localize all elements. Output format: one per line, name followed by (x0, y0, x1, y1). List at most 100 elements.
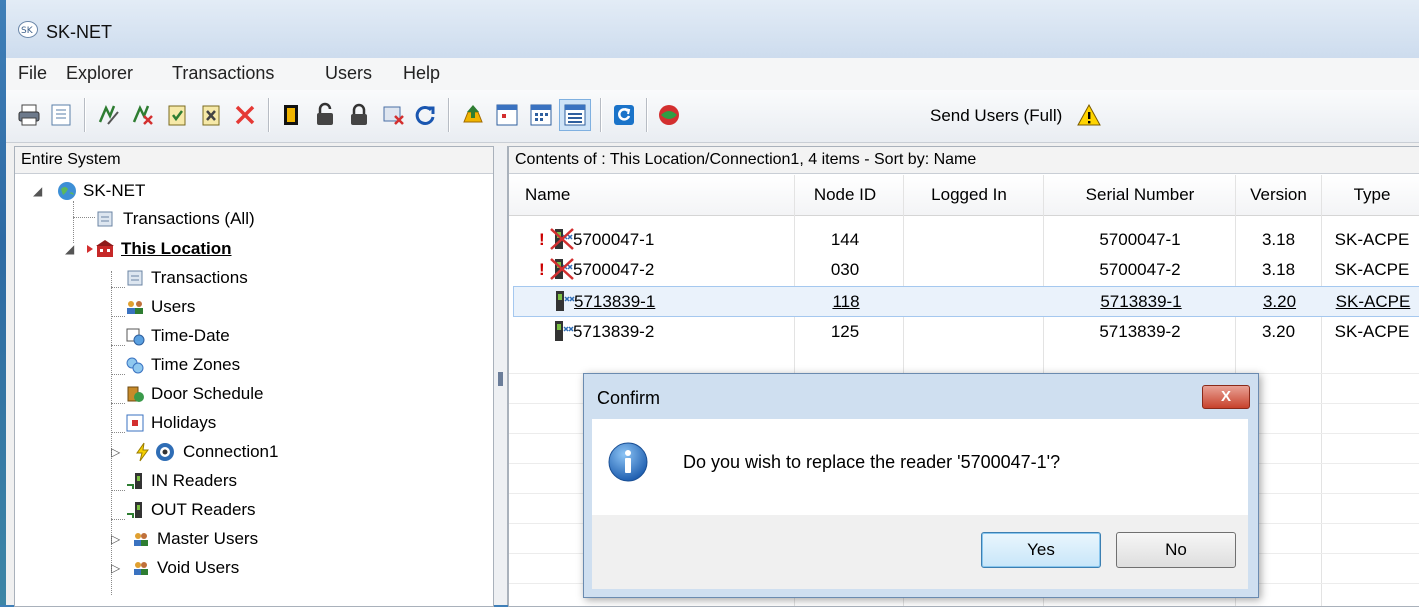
refresh-icon[interactable] (412, 102, 438, 128)
column-header-logged-in[interactable]: Logged In (904, 185, 1034, 205)
confirm-dialog: Confirm X Do you wish to replace the rea… (583, 373, 1259, 598)
cell-node-id: 118 (832, 292, 860, 311)
dialog-close-button[interactable]: X (1202, 385, 1250, 409)
transactions-icon (127, 270, 143, 286)
lock-icon[interactable] (346, 102, 372, 128)
cell-type: SK-ACPE (1334, 260, 1410, 279)
clipboard-check-icon[interactable] (164, 102, 190, 128)
list-view-icon[interactable] (528, 102, 554, 128)
splitter-grip (498, 372, 503, 386)
tree-label: Users (151, 297, 196, 316)
delete-reader-icon[interactable] (130, 102, 156, 128)
warning-flag: ! (539, 260, 545, 279)
toolbar-separator (268, 98, 270, 132)
tree-node-time-zones[interactable]: Time Zones (125, 353, 425, 379)
menu-help[interactable]: Help (403, 63, 440, 84)
properties-icon[interactable] (48, 102, 74, 128)
collapse-icon[interactable]: ◢ (33, 184, 42, 198)
users-icon (127, 301, 143, 314)
dialog-title: Confirm (597, 388, 661, 408)
small-icons-view-icon[interactable] (494, 102, 520, 128)
upload-icon[interactable] (460, 102, 486, 128)
in-readers-icon (127, 473, 142, 489)
menu-users[interactable]: Users (325, 63, 372, 84)
tree-label: IN Readers (151, 471, 237, 490)
tree-node-out-readers[interactable]: OUT Readers (125, 498, 425, 524)
dialog-body: Do you wish to replace the reader '57000… (592, 419, 1248, 515)
send-users-icon[interactable] (656, 102, 682, 128)
menu-transactions[interactable]: Transactions (172, 63, 274, 84)
table-row[interactable]: ! 5700047-1 144 5700047-1 3.18 SK-ACPE (513, 225, 1419, 254)
tree-node-in-readers[interactable]: IN Readers (125, 469, 425, 495)
time-zones-icon (126, 357, 144, 374)
details-view-icon[interactable] (559, 99, 591, 131)
tree-node-users[interactable]: Users (125, 295, 425, 321)
expand-icon[interactable]: ▷ (111, 445, 120, 459)
calendar-clock-icon (126, 328, 145, 346)
tree-node-this-location[interactable]: ◢ This Location (65, 237, 385, 263)
table-row[interactable]: 5713839-2 125 5713839-2 3.20 SK-ACPE (513, 317, 1419, 346)
tree-label: Holidays (151, 413, 217, 432)
contents-path-label: Contents of : This Location/Connection1,… (515, 151, 977, 168)
door-icon[interactable] (278, 102, 304, 128)
tree-node-transactions[interactable]: Transactions (125, 266, 425, 292)
menu-explorer[interactable]: Explorer (66, 63, 133, 84)
tree-label: Door Schedule (151, 384, 264, 403)
yes-button[interactable]: Yes (981, 532, 1101, 568)
reload-icon[interactable] (611, 102, 637, 128)
column-header-name[interactable]: Name (525, 185, 570, 205)
menu-file[interactable]: File (18, 63, 47, 84)
dialog-footer: Yes No (592, 515, 1248, 589)
tree-node-root[interactable]: ◢ SK-NET (29, 179, 329, 205)
void-users-icon (134, 562, 148, 575)
pane-splitter[interactable] (493, 146, 508, 605)
warning-icon (1076, 102, 1102, 128)
tree-label: Transactions (151, 268, 248, 287)
cell-name: 5700047-2 (573, 260, 655, 279)
table-row-selected[interactable]: 5713839-1 118 5713839-1 3.20 SK-ACPE (513, 286, 1419, 317)
out-readers-icon (127, 502, 142, 518)
send-users-button[interactable]: Send Users (Full) (930, 106, 1062, 126)
tree-node-holidays[interactable]: Holidays (125, 411, 425, 437)
expand-icon[interactable]: ▷ (111, 561, 120, 575)
column-header-version[interactable]: Version (1236, 185, 1321, 205)
tree-node-void-users[interactable]: ▷ Void Users (111, 556, 431, 582)
tree-node-transactions-all[interactable]: Transactions (All) (95, 207, 395, 233)
cell-serial-number: 5700047-2 (1099, 260, 1181, 279)
contents-pane-header: Contents of : This Location/Connection1,… (509, 147, 1419, 174)
add-reader-icon[interactable] (96, 102, 122, 128)
tree-node-master-users[interactable]: ▷ Master Users (111, 527, 431, 553)
expand-icon[interactable]: ▷ (111, 532, 120, 546)
master-users-icon (134, 533, 148, 546)
cell-type: SK-ACPE (1335, 292, 1411, 311)
column-header-row: Name Node ID Logged In Serial Number Ver… (509, 175, 1419, 216)
column-header-type[interactable]: Type (1322, 185, 1419, 205)
cell-version: 3.20 (1262, 292, 1297, 311)
collapse-icon[interactable]: ◢ (65, 242, 74, 256)
cell-version: 3.18 (1261, 230, 1296, 249)
tree-label: SK-NET (83, 181, 146, 200)
tree-node-time-date[interactable]: Time-Date (125, 324, 425, 350)
no-button[interactable]: No (1116, 532, 1236, 568)
cell-name: 5713839-1 (574, 292, 656, 311)
table-row[interactable]: ! 5700047-2 030 5700047-2 3.18 SK-ACPE (513, 255, 1419, 284)
cell-node-id: 030 (830, 260, 860, 279)
delete-icon[interactable] (232, 102, 258, 128)
cell-node-id: 125 (830, 322, 860, 341)
tree-node-door-schedule[interactable]: Door Schedule (125, 382, 425, 408)
connection-icon (156, 443, 174, 461)
tree-node-connection1[interactable]: ▷ Connection1 (111, 440, 431, 466)
tree-label: Connection1 (183, 442, 279, 461)
column-header-serial-number[interactable]: Serial Number (1045, 185, 1235, 205)
cell-type: SK-ACPE (1334, 322, 1410, 341)
unlock-icon[interactable] (312, 102, 338, 128)
cell-serial-number: 5713839-2 (1099, 322, 1181, 341)
reader-error-icon (550, 228, 574, 250)
keypad-icon[interactable] (380, 102, 406, 128)
column-header-node-id[interactable]: Node ID (795, 185, 895, 205)
main-window: SK SK-NET File Explorer Transactions Use… (6, 0, 1419, 607)
transactions-icon (97, 211, 113, 227)
clipboard-x-icon[interactable] (198, 102, 224, 128)
print-icon[interactable] (16, 102, 42, 128)
globe-icon (58, 182, 76, 200)
